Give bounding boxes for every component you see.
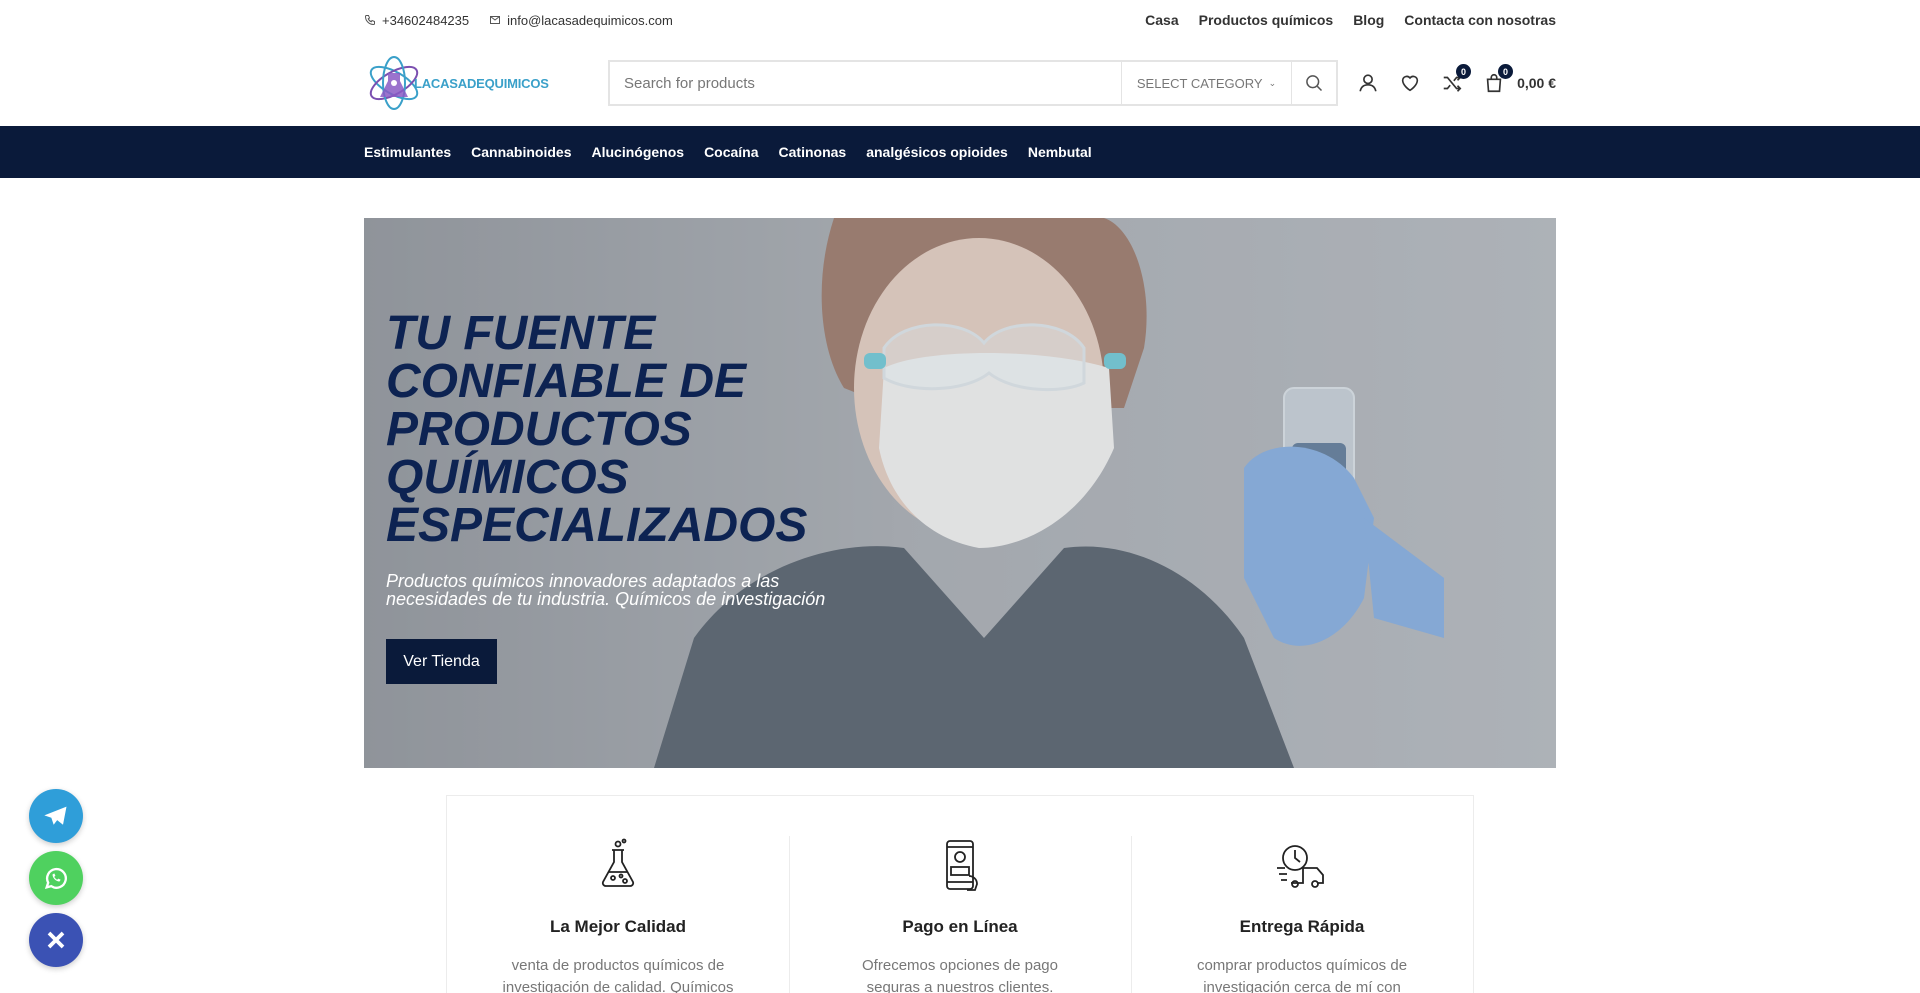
feature-title: Entrega Rápida (1239, 917, 1365, 936)
logo-text: LACASADEQUIMICOS (414, 75, 549, 91)
feature-quality: La Mejor Calidad venta de productos quím… (447, 796, 789, 993)
search-button[interactable] (1291, 62, 1336, 104)
nav-blog[interactable]: Blog (1353, 12, 1384, 28)
nav-casa[interactable]: Casa (1145, 12, 1178, 28)
feature-text: comprar productos químicos de investigac… (1196, 957, 1408, 993)
hero-banner: TU FUENTE CONFIABLE DE PRODUCTOS QUÍMICO… (364, 218, 1556, 768)
cart-icon-wrap: 0 (1483, 64, 1514, 94)
heart-icon (1401, 75, 1419, 92)
feature-text: Ofrecemos opciones de pago seguras a nue… (862, 957, 1058, 993)
nav-productos-quimicos[interactable]: Productos químicos (1199, 12, 1334, 28)
close-icon (47, 931, 65, 949)
account-button[interactable] (1357, 72, 1379, 94)
feature-title: La Mejor Calidad (549, 917, 687, 936)
feature-title: Pago en Línea (902, 917, 1018, 936)
feature-delivery: Entrega Rápida comprar productos químico… (1131, 796, 1473, 993)
category-analgesicos-opioides[interactable]: analgésicos opioides (866, 144, 1008, 160)
category-alucinogenos[interactable]: Alucinógenos (592, 144, 685, 160)
category-estimulantes[interactable]: Estimulantes (364, 144, 451, 160)
feature-payment: Pago en Línea Ofrecemos opciones de pago… (789, 796, 1131, 993)
hero-subtitle: Productos químicos innovadores adaptados… (386, 571, 826, 609)
features-section: La Mejor Calidad venta de productos quím… (446, 795, 1474, 993)
category-select-label: SELECT CATEGORY (1136, 75, 1263, 91)
telegram-icon (44, 806, 67, 825)
telegram-button[interactable] (29, 789, 83, 843)
cart-button[interactable]: 0 0,00 € (1483, 64, 1556, 94)
feature-text: venta de productos químicos de investiga… (502, 957, 734, 993)
category-cocaina[interactable]: Cocaína (704, 144, 758, 160)
mobile-payment-icon (946, 840, 978, 891)
whatsapp-button[interactable] (29, 851, 83, 905)
category-select[interactable]: SELECT CATEGORY ⌄ (1121, 62, 1291, 104)
compare-button[interactable]: 0 (1441, 64, 1472, 94)
top-bar: +34602484235 info@lacasadequimicos.com C… (0, 0, 1920, 40)
category-nembutal[interactable]: Nembutal (1028, 144, 1092, 160)
mail-icon (490, 16, 501, 24)
user-icon (1359, 74, 1377, 92)
contact-info: +34602484235 info@lacasadequimicos.com (364, 13, 673, 28)
chevron-down-icon: ⌄ (1268, 77, 1277, 88)
header-icons: 0 0 0,00 € (1357, 64, 1556, 94)
site-logo[interactable]: LACASADEQUIMICOS (364, 48, 584, 118)
nav-contacta[interactable]: Contacta con nosotras (1404, 12, 1556, 28)
main-header: LACASADEQUIMICOS SELECT CATEGORY ⌄ 0 (0, 40, 1920, 126)
search-input[interactable] (610, 62, 1121, 104)
top-nav: Casa Productos químicos Blog Contacta co… (1145, 12, 1556, 28)
category-nav: Estimulantes Cannabinoides Alucinógenos … (0, 126, 1920, 178)
hero-title: TU FUENTE CONFIABLE DE PRODUCTOS QUÍMICO… (386, 307, 808, 552)
flask-icon (601, 838, 635, 887)
wishlist-button[interactable] (1399, 72, 1421, 94)
search-icon (1306, 75, 1323, 92)
phone-number: +34602484235 (382, 12, 470, 28)
ver-tienda-button[interactable]: Ver Tienda (386, 639, 497, 684)
category-catinonas[interactable]: Catinonas (779, 144, 847, 160)
phone-icon (364, 15, 375, 26)
delivery-truck-icon (1277, 845, 1324, 888)
cart-total: 0,00 € (1517, 75, 1556, 91)
email-link[interactable]: info@lacasadequimicos.com (489, 13, 673, 28)
close-social-button[interactable] (29, 913, 83, 967)
email-address: info@lacasadequimicos.com (507, 12, 673, 28)
category-cannabinoides[interactable]: Cannabinoides (471, 144, 571, 160)
phone-link[interactable]: +34602484235 (364, 13, 469, 28)
whatsapp-icon (44, 867, 67, 889)
search-bar: SELECT CATEGORY ⌄ (608, 60, 1338, 106)
compare-count-badge: 0 (1456, 64, 1472, 79)
cart-count-badge: 0 (1498, 64, 1514, 79)
